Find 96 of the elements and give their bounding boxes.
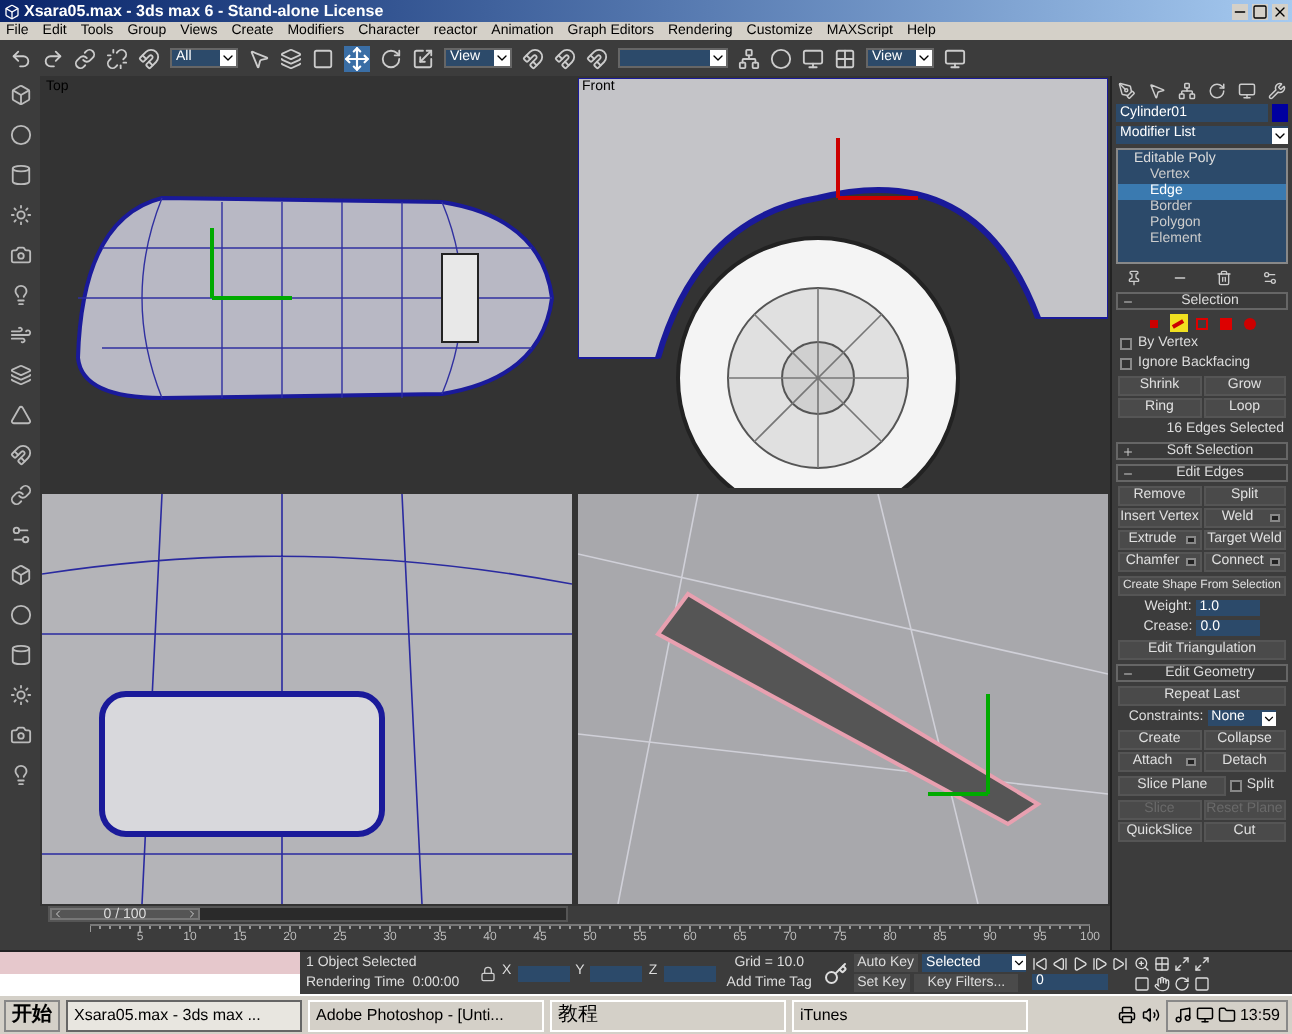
magnet-icon[interactable] xyxy=(9,444,31,466)
maxscript-output-field[interactable] xyxy=(0,973,300,994)
unlink-icon[interactable] xyxy=(106,47,128,69)
speaker-icon[interactable] xyxy=(1141,1006,1160,1024)
link-icon[interactable] xyxy=(74,47,96,69)
previous-frame-icon[interactable] xyxy=(1052,956,1069,972)
trash-icon[interactable] xyxy=(1216,270,1233,286)
lock-icon[interactable] xyxy=(480,965,496,981)
move-icon[interactable] xyxy=(344,45,370,71)
triangle-icon[interactable] xyxy=(9,404,31,426)
box-icon[interactable] xyxy=(9,564,31,586)
dropdown-arrow-icon xyxy=(1261,711,1276,725)
magnet-icon[interactable] xyxy=(554,47,576,69)
pen-icon[interactable] xyxy=(1118,82,1136,100)
maximize-icon[interactable] xyxy=(1252,3,1268,19)
monitor-icon[interactable] xyxy=(1238,82,1256,100)
z-coordinate-field[interactable] xyxy=(663,965,716,981)
checkbox[interactable] xyxy=(1230,780,1243,792)
dropdown-arrow-icon xyxy=(1272,127,1288,143)
lightbulb-icon[interactable] xyxy=(9,284,31,306)
magnet-icon[interactable] xyxy=(522,47,544,69)
schematic-icon[interactable] xyxy=(738,47,760,69)
taskbar-button[interactable]: 教程 xyxy=(550,999,786,1031)
named-selection-field[interactable] xyxy=(618,48,728,68)
checkbox[interactable] xyxy=(1120,338,1132,350)
settings-square-icon[interactable] xyxy=(1270,514,1280,522)
start-button[interactable]: 开始 xyxy=(4,999,60,1031)
app-icon xyxy=(4,3,20,19)
hierarchy-icon[interactable] xyxy=(1178,82,1196,100)
sun-icon[interactable] xyxy=(9,684,31,706)
settings-icon[interactable] xyxy=(9,524,31,546)
rotate-icon[interactable] xyxy=(380,47,402,69)
circle-icon[interactable] xyxy=(9,604,31,626)
zoom-extents-icon[interactable] xyxy=(1194,955,1211,971)
undo-icon[interactable] xyxy=(10,47,32,69)
dropdown-arrow-icon xyxy=(220,50,236,66)
edge-mode-icon[interactable] xyxy=(1169,314,1187,332)
dropdown-arrow-icon xyxy=(710,50,726,66)
circle-icon[interactable] xyxy=(9,124,31,146)
rotate-icon[interactable] xyxy=(1208,82,1226,100)
dropdown-arrow-icon xyxy=(1012,956,1027,970)
box-icon[interactable] xyxy=(9,84,31,106)
minus-icon xyxy=(1122,667,1134,679)
maxscript-listener-field[interactable] xyxy=(0,952,300,973)
settings-square-icon[interactable] xyxy=(1185,536,1195,544)
pan-icon[interactable] xyxy=(1154,975,1171,991)
pointer-icon[interactable] xyxy=(1148,82,1166,100)
wind-icon[interactable] xyxy=(9,324,31,346)
lightbulb-icon[interactable] xyxy=(9,764,31,786)
y-coordinate-field[interactable] xyxy=(590,965,643,981)
sun-icon[interactable] xyxy=(9,204,31,226)
magnet-icon[interactable] xyxy=(586,47,608,69)
zoom-extents-icon[interactable] xyxy=(1174,955,1191,971)
pin-icon[interactable] xyxy=(1126,270,1143,286)
layers-icon[interactable] xyxy=(9,364,31,386)
dropdown-arrow-icon xyxy=(494,50,510,66)
camera-icon[interactable] xyxy=(9,724,31,746)
camera-icon[interactable] xyxy=(9,244,31,266)
link-icon[interactable] xyxy=(9,484,31,506)
minus-icon xyxy=(1122,467,1134,479)
monitor-icon[interactable] xyxy=(1195,1006,1214,1024)
printer-icon[interactable] xyxy=(1117,1006,1136,1024)
window-title: Xsara05.max - 3ds max 6 - Stand-alone License xyxy=(24,1,386,21)
grid-icon[interactable] xyxy=(834,47,856,69)
settings-square-icon[interactable] xyxy=(1185,758,1195,766)
orbit-icon[interactable] xyxy=(1174,975,1191,991)
wrench-icon[interactable] xyxy=(1268,82,1286,100)
checkbox[interactable] xyxy=(1120,358,1132,370)
settings-square-icon[interactable] xyxy=(1270,558,1280,566)
pointer-icon[interactable] xyxy=(248,47,270,69)
magnet-icon[interactable] xyxy=(138,47,160,69)
plus-icon xyxy=(1122,445,1134,457)
scale-icon[interactable] xyxy=(412,47,434,69)
taskbar-button[interactable]: Xsara05.max - 3ds max ... xyxy=(66,999,302,1031)
dropdown-arrow-icon xyxy=(916,50,932,66)
close-icon[interactable] xyxy=(1272,3,1288,19)
settings-square-icon[interactable] xyxy=(1185,558,1195,566)
play-icon[interactable] xyxy=(1072,956,1089,972)
folder-icon[interactable] xyxy=(1217,1006,1236,1024)
object-color-swatch[interactable] xyxy=(1272,104,1288,122)
key-icon[interactable] xyxy=(823,961,848,985)
go-to-start-icon[interactable] xyxy=(1032,956,1049,972)
minus-icon xyxy=(1122,295,1134,307)
cylinder-icon[interactable] xyxy=(9,644,31,666)
settings-icon[interactable] xyxy=(1261,270,1278,286)
zoom-icon[interactable] xyxy=(1134,955,1151,971)
cylinder-icon[interactable] xyxy=(9,164,31,186)
go-to-end-icon[interactable] xyxy=(1112,956,1129,972)
taskbar-button[interactable]: Adobe Photoshop - [Unti... xyxy=(308,999,544,1031)
next-frame-icon[interactable] xyxy=(1092,956,1109,972)
taskbar-button[interactable]: iTunes xyxy=(792,999,1028,1031)
minimize-icon[interactable] xyxy=(1232,3,1248,19)
clock: 13:59 xyxy=(1239,1003,1280,1027)
music-icon[interactable] xyxy=(1173,1006,1192,1024)
x-coordinate-field[interactable] xyxy=(517,965,570,981)
redo-icon[interactable] xyxy=(42,47,64,69)
